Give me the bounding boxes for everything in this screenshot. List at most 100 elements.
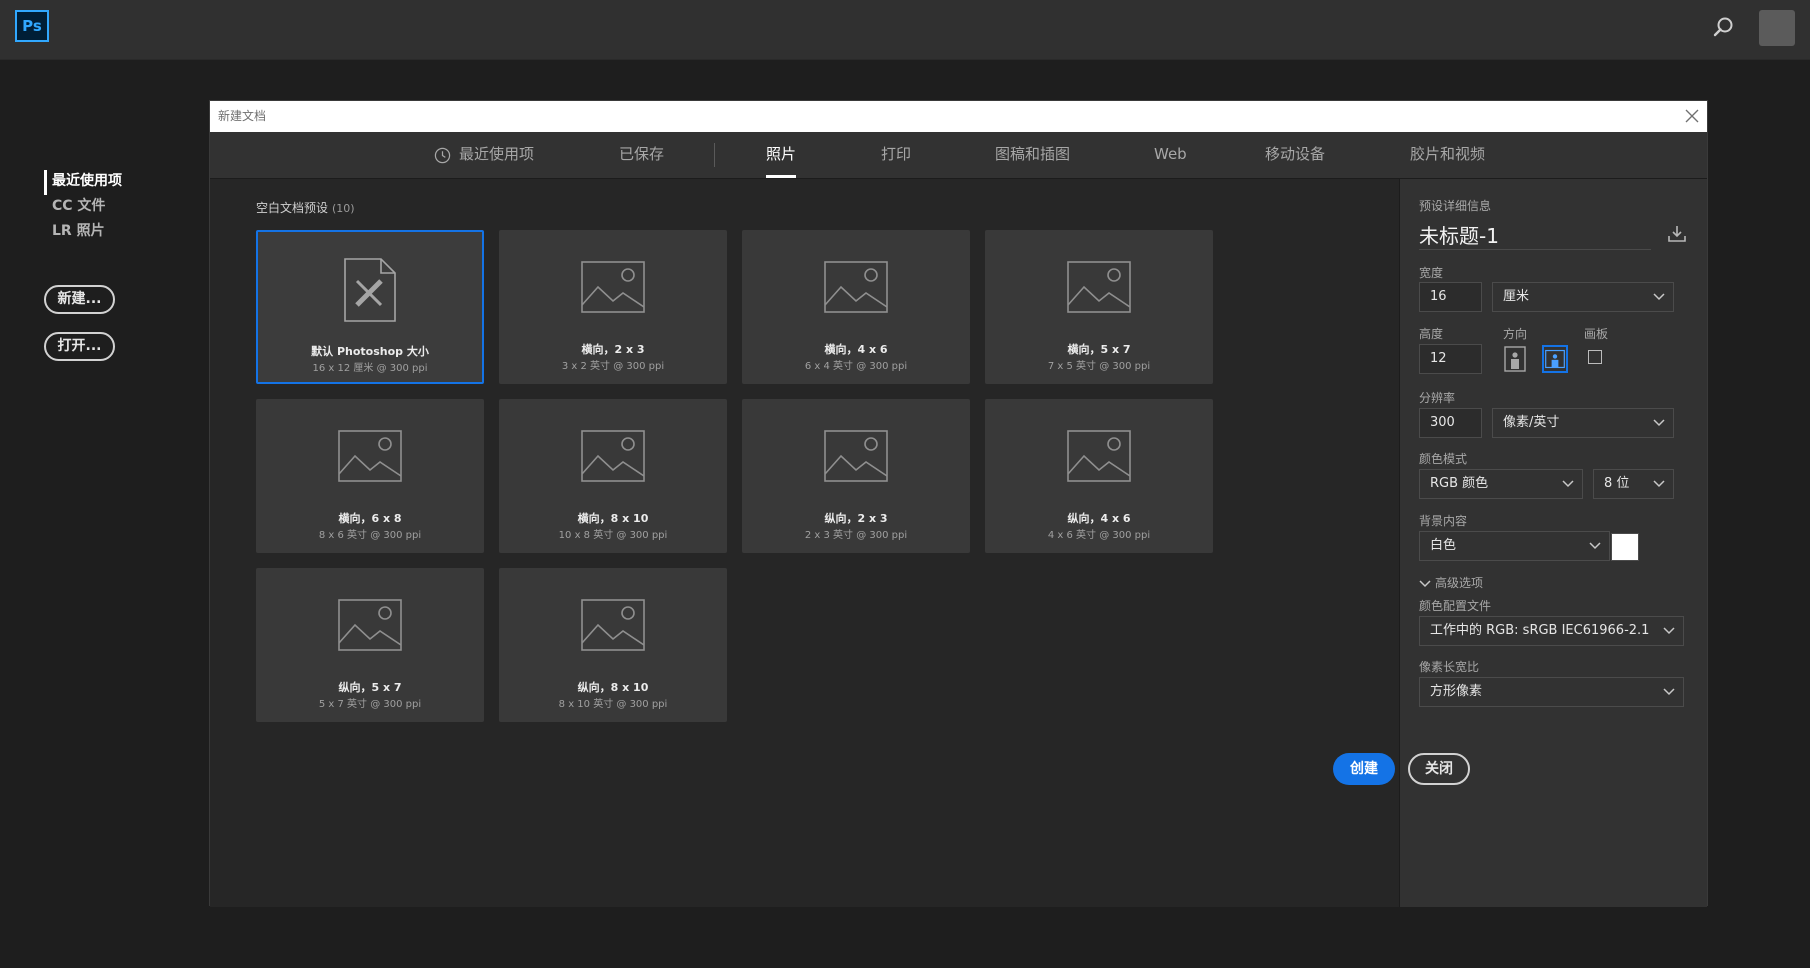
pixel-aspect-value: 方形像素 xyxy=(1430,684,1483,699)
pixel-aspect-select[interactable]: 方形像素 xyxy=(1419,677,1684,707)
open-button[interactable]: 打开... xyxy=(44,332,115,361)
tab-mobile[interactable]: 移动设备 xyxy=(1265,132,1325,178)
clock-icon xyxy=(434,147,451,164)
chevron-down-icon xyxy=(1663,627,1675,635)
tab-recent[interactable]: 最近使用项 xyxy=(459,132,534,178)
save-preset-icon[interactable] xyxy=(1666,223,1688,245)
preset-details-panel: 预设详细信息 未标题-1 宽度 16 厘米 高度 12 方向 画板 分辨率 30… xyxy=(1399,179,1707,907)
home-nav: 最近使用项 CC 文件 LR 照片 xyxy=(44,170,122,245)
background-value: 白色 xyxy=(1430,538,1457,553)
presets-area: 空白文档预设 (10) 默认 Photoshop 大小 16 x 12 厘米 @ 3… xyxy=(210,179,1399,907)
presets-title: 空白文档预设 xyxy=(256,201,329,215)
new-document-dialog: 新建文档 最近使用项 已保存 照片 打印 图稿和插图 Web 移动设备 胶片和视… xyxy=(209,100,1708,907)
user-avatar[interactable] xyxy=(1759,10,1795,46)
width-unit-value: 厘米 xyxy=(1503,289,1530,304)
resolution-input[interactable]: 300 xyxy=(1419,408,1482,438)
search-icon[interactable] xyxy=(1712,15,1736,39)
preset-subtitle: 7 x 5 英寸 @ 300 ppi xyxy=(1047,361,1151,372)
preset-title: 横向，2 x 3 xyxy=(581,343,645,356)
preset-title: 纵向，8 x 10 xyxy=(577,681,649,694)
preset-card[interactable]: 纵向，8 x 10 8 x 10 英寸 @ 300 ppi xyxy=(499,568,727,722)
bit-depth-select[interactable]: 8 位 xyxy=(1593,469,1674,499)
color-mode-label: 颜色模式 xyxy=(1419,452,1468,466)
bit-depth-value: 8 位 xyxy=(1604,476,1630,491)
preset-subtitle: 5 x 7 英寸 @ 300 ppi xyxy=(318,699,422,710)
color-profile-value: 工作中的 RGB: sRGB IEC61966-2.1 xyxy=(1430,623,1650,638)
photoshop-logo: Ps xyxy=(15,10,49,42)
width-input[interactable]: 16 xyxy=(1419,282,1482,312)
preset-title: 横向，4 x 6 xyxy=(824,343,888,356)
image-icon xyxy=(581,261,645,313)
preset-subtitle: 8 x 6 英寸 @ 300 ppi xyxy=(318,530,422,541)
tab-film-video[interactable]: 胶片和视频 xyxy=(1410,132,1485,178)
preset-title: 横向，5 x 7 xyxy=(1067,343,1131,356)
preset-card[interactable]: 纵向，2 x 3 2 x 3 英寸 @ 300 ppi xyxy=(742,399,970,553)
preset-subtitle: 3 x 2 英寸 @ 300 ppi xyxy=(561,361,665,372)
landscape-orientation-icon[interactable] xyxy=(1542,345,1568,373)
height-input[interactable]: 12 xyxy=(1419,344,1482,374)
preset-card[interactable]: 纵向，4 x 6 4 x 6 英寸 @ 300 ppi xyxy=(985,399,1213,553)
chevron-down-icon xyxy=(1653,419,1665,427)
nav-item-recent[interactable]: 最近使用项 xyxy=(44,170,122,195)
tab-art-illustration[interactable]: 图稿和插图 xyxy=(995,132,1070,178)
tab-saved[interactable]: 已保存 xyxy=(619,132,664,178)
preset-card[interactable]: 横向，5 x 7 7 x 5 英寸 @ 300 ppi xyxy=(985,230,1213,384)
chevron-down-icon xyxy=(1653,293,1665,301)
document-name-input[interactable]: 未标题-1 xyxy=(1419,220,1651,250)
color-profile-select[interactable]: 工作中的 RGB: sRGB IEC61966-2.1 xyxy=(1419,616,1684,646)
height-label: 高度 xyxy=(1419,327,1444,341)
preset-title: 默认 Photoshop 大小 xyxy=(311,345,429,358)
create-button[interactable]: 创建 xyxy=(1333,753,1395,785)
advanced-options-label: 高级选项 xyxy=(1435,576,1484,590)
portrait-orientation-icon[interactable] xyxy=(1502,345,1528,373)
color-profile-label: 颜色配置文件 xyxy=(1419,599,1492,613)
preset-title: 纵向，5 x 7 xyxy=(338,681,402,694)
preset-card[interactable]: 横向，6 x 8 8 x 6 英寸 @ 300 ppi xyxy=(256,399,484,553)
close-button[interactable]: 关闭 xyxy=(1408,753,1470,785)
new-button[interactable]: 新建... xyxy=(44,285,115,314)
document-icon xyxy=(343,257,397,323)
preset-title: 横向，8 x 10 xyxy=(577,512,649,525)
preset-card[interactable]: 默认 Photoshop 大小 16 x 12 厘米 @ 300 ppi xyxy=(256,230,484,384)
chevron-down-icon xyxy=(1589,542,1601,550)
preset-subtitle: 16 x 12 厘米 @ 300 ppi xyxy=(312,363,428,374)
preset-card[interactable]: 横向，8 x 10 10 x 8 英寸 @ 300 ppi xyxy=(499,399,727,553)
preset-card[interactable]: 纵向，5 x 7 5 x 7 英寸 @ 300 ppi xyxy=(256,568,484,722)
image-icon xyxy=(1067,261,1131,313)
resolution-label: 分辨率 xyxy=(1419,391,1456,405)
preset-subtitle: 2 x 3 英寸 @ 300 ppi xyxy=(804,530,908,541)
color-mode-select[interactable]: RGB 颜色 xyxy=(1419,469,1583,499)
preset-title: 纵向，2 x 3 xyxy=(824,512,888,525)
background-select[interactable]: 白色 xyxy=(1419,531,1610,561)
image-icon xyxy=(338,430,402,482)
image-icon xyxy=(581,599,645,651)
preset-card[interactable]: 横向，2 x 3 3 x 2 英寸 @ 300 ppi xyxy=(499,230,727,384)
resolution-unit-value: 像素/英寸 xyxy=(1503,415,1560,430)
width-unit-select[interactable]: 厘米 xyxy=(1492,282,1674,312)
tab-web[interactable]: Web xyxy=(1154,132,1187,178)
preset-subtitle: 6 x 4 英寸 @ 300 ppi xyxy=(804,361,908,372)
tab-print[interactable]: 打印 xyxy=(881,132,911,178)
tab-divider xyxy=(714,143,715,167)
image-icon xyxy=(824,430,888,482)
chevron-down-icon xyxy=(1663,688,1675,696)
image-icon xyxy=(338,599,402,651)
app-top-bar: Ps xyxy=(0,0,1810,60)
artboard-label: 画板 xyxy=(1584,327,1609,341)
background-color-swatch[interactable] xyxy=(1611,533,1639,561)
chevron-down-icon xyxy=(1653,480,1665,488)
nav-item-cc-files[interactable]: CC 文件 xyxy=(44,195,122,220)
presets-heading: 空白文档预设 (10) xyxy=(256,199,355,216)
nav-item-lr-photos[interactable]: LR 照片 xyxy=(44,220,122,245)
close-icon[interactable] xyxy=(1683,107,1701,125)
preset-subtitle: 4 x 6 英寸 @ 300 ppi xyxy=(1047,530,1151,541)
image-icon xyxy=(1067,430,1131,482)
advanced-options-toggle[interactable]: 高级选项 xyxy=(1419,574,1483,591)
dialog-title: 新建文档 xyxy=(210,101,1707,132)
image-icon xyxy=(581,430,645,482)
preset-category-tabs: 最近使用项 已保存 照片 打印 图稿和插图 Web 移动设备 胶片和视频 xyxy=(210,132,1707,179)
resolution-unit-select[interactable]: 像素/英寸 xyxy=(1492,408,1674,438)
preset-card[interactable]: 横向，4 x 6 6 x 4 英寸 @ 300 ppi xyxy=(742,230,970,384)
artboard-checkbox[interactable] xyxy=(1588,350,1602,364)
tab-photo[interactable]: 照片 xyxy=(766,132,797,178)
